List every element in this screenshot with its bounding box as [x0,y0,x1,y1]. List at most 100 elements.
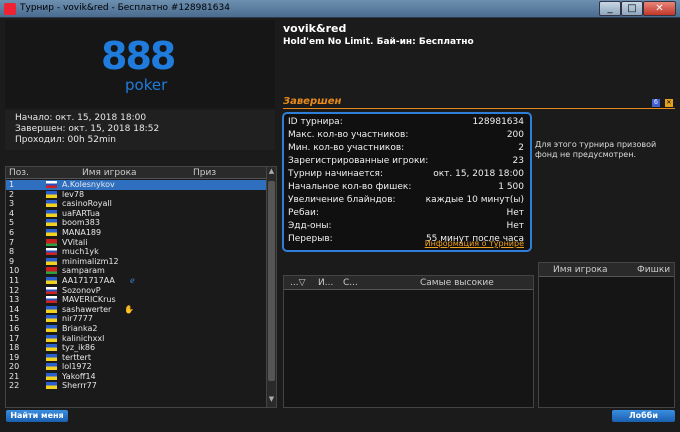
info-value: Нет [506,208,524,218]
tournament-info-row: Зарегистрированные игроки: 23 [288,155,526,168]
cursor-icon: ✋ [124,304,134,314]
flag-icon [46,257,57,265]
start-time: Начало: окт. 15, 2018 18:00 [15,113,147,123]
title-bar[interactable]: Турнир - vovik&red - Бесплатно #12898163… [0,0,680,18]
player-position: 10 [9,266,20,276]
tournament-info-row: Макс. кол-во участников: 200 [288,129,526,142]
player-name: SozonovP [62,285,101,295]
logo-poker: poker [125,76,168,94]
player-name: much1yk [62,247,99,257]
tournament-info-row: Эдд-оны: Нет [288,220,526,233]
player-position: 1 [9,180,15,189]
player-position: 11 [9,275,20,285]
flag-icon [46,382,57,390]
info-value: окт. 15, 2018 18:00 [433,169,524,179]
player-position: 19 [9,352,20,362]
players-scrollbar[interactable]: ▲ ▼ [266,167,276,407]
prize-note: Для этого турнира призовой фонд не преду… [535,140,657,159]
player-row[interactable]: 7 VVitali [6,238,268,248]
scroll-thumb[interactable] [268,181,275,381]
player-name: Yakoff14 [62,371,96,381]
flag-icon [46,267,57,275]
flag-icon [46,344,57,352]
player-row[interactable]: 10 samparam [6,266,268,276]
col-chips[interactable]: Фишки [637,265,670,275]
player-row[interactable]: 2 lev78 [6,190,268,200]
app-icon [4,3,16,15]
player-row[interactable]: 9 minimalizm12 [6,257,268,267]
player-row[interactable]: 18 tyz_ik86 [6,343,268,353]
info-label: Макс. кол-во участников: [288,130,409,140]
flag-icon [46,181,57,188]
player-name: uaFARTua [62,208,100,218]
col-highest[interactable]: Самые высокие [420,278,494,288]
player-name: MANA189 [62,227,102,237]
player-row[interactable]: 22 Sherrr77 [6,381,268,391]
player-row[interactable]: 8 much1yk [6,247,268,257]
player-row[interactable]: 12 SozonovP [6,286,268,296]
end-time: Завершен: окт. 15, 2018 18:52 [15,124,160,134]
player-position: 7 [9,237,15,247]
col-prize[interactable]: Приз [193,168,216,178]
flag-icon [46,305,57,313]
scroll-up-icon[interactable]: ▲ [267,167,276,179]
col-hands-1[interactable]: ...▽ [290,278,306,288]
info-label: ID турнира: [288,117,343,127]
col-position[interactable]: Поз. [9,168,29,178]
close-button[interactable]: ✕ [643,1,676,16]
col-hands-3[interactable]: С... [343,278,358,288]
info-value: 200 [506,130,524,140]
player-row[interactable]: 3 casinoRoyall [6,199,268,209]
flag-icon [46,315,57,323]
tournament-info-link[interactable]: Информация о турнире [425,239,524,248]
player-row[interactable]: 5 boom383 [6,218,268,228]
player-name: samparam [62,266,105,276]
player-row[interactable]: 19 terttert [6,353,268,363]
player-row[interactable]: 14 sashawerter ✋ [6,305,268,315]
info-value: 1 500 [498,182,524,192]
player-row[interactable]: 21 Yakoff14 [6,372,268,382]
lobby-button[interactable]: Лобби [612,410,675,422]
flag-icon [46,228,57,236]
col-player-name[interactable]: Имя игрока [82,168,137,178]
player-position: 15 [9,314,20,324]
hands-header: ...▽ И... С... Самые высокие [284,276,533,290]
badge-icon[interactable]: б [652,99,660,107]
info-label: Ребаи: [288,208,319,218]
flag-icon [46,276,57,284]
maximize-button[interactable]: □ [621,1,643,16]
flag-icon [46,200,57,208]
player-position: 9 [9,256,15,266]
player-row[interactable]: 1 A.Kolesnykov [6,180,268,190]
tournament-window: Турнир - vovik&red - Бесплатно #12898163… [0,0,680,432]
chips-table: Имя игрока Фишки [538,262,675,408]
info-label: Перерыв: [288,234,333,244]
player-row[interactable]: 6 MANA189 [6,228,268,238]
player-row[interactable]: 13 MAVERICKrus [6,295,268,305]
players-rows: 1 A.Kolesnykov 2 lev78 3 casinoRoyall 4 uaFARTu… [6,180,268,391]
status-icons: б ✕ [650,97,673,107]
player-position: 6 [9,227,15,237]
tournament-info-row: Начальное кол-во фишек: 1 500 [288,181,526,194]
flag-icon [46,248,57,256]
col-chips-player[interactable]: Имя игрока [553,265,608,275]
scroll-down-icon[interactable]: ▼ [267,395,276,407]
flag-icon [46,372,57,380]
player-name: terttert [62,352,91,362]
player-row[interactable]: 17 kalinichxxl [6,334,268,344]
player-row[interactable]: 15 nir7777 [6,314,268,324]
player-row[interactable]: 20 lol1972 [6,362,268,372]
player-row[interactable]: 16 Brianka2 [6,324,268,334]
player-position: 5 [9,218,15,228]
player-name: A.Kolesnykov [62,180,115,189]
players-header: Поз. Имя игрока Приз [6,167,266,179]
col-hands-2[interactable]: И... [318,278,333,288]
player-position: 21 [9,371,20,381]
player-row[interactable]: 11 AA171717AA ℯ [6,276,268,286]
flag-icon[interactable]: ✕ [664,99,673,107]
player-name: vovik&red [283,22,347,35]
find-me-button[interactable]: Найти меня [6,410,68,422]
player-row[interactable]: 4 uaFARTua [6,209,268,219]
status-divider [283,108,675,109]
minimize-button[interactable]: _ [599,1,621,16]
